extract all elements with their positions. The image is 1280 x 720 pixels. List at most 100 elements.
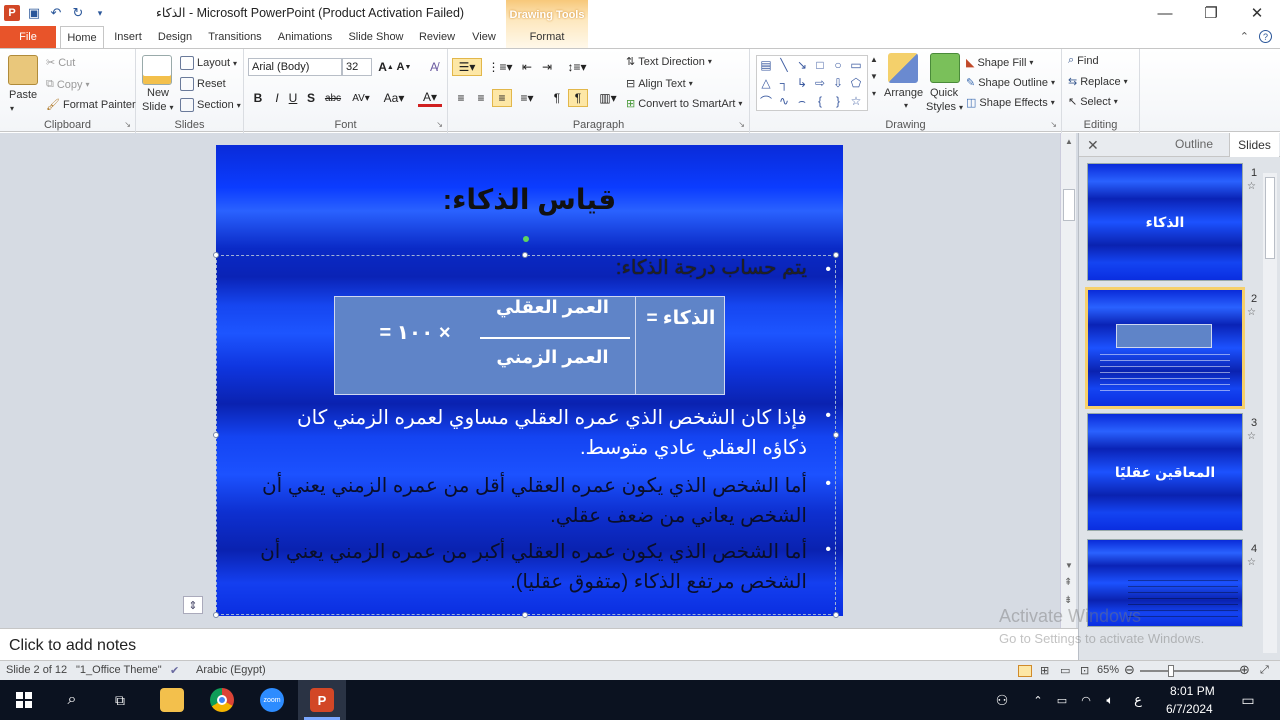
shadow-icon[interactable]: S [304,89,318,107]
bullets-icon[interactable]: ☰▾ [452,58,482,76]
formula-table[interactable]: الذكاء = العمر العقلي العمر الزمني × ١٠٠… [334,296,725,395]
slide-thumb-2[interactable] [1085,287,1245,409]
zoom-slider[interactable] [1140,670,1240,672]
arrange-dropdown-icon[interactable]: ▾ [904,101,908,110]
shape-fill-button[interactable]: ◣ Shape Fill ▾ [966,56,1033,70]
line-spacing-icon[interactable]: ↕≡▾ [564,58,590,76]
resize-handle[interactable] [833,612,839,618]
freeform-shape-icon[interactable]: ∿ [775,92,793,110]
notes-placeholder[interactable]: Click to add notes [9,637,136,655]
rectangle-shape-icon[interactable]: □ [811,56,829,74]
autofit-options-icon[interactable]: ⇕ [183,596,203,614]
search-icon[interactable]: ⌕ [60,688,84,712]
redo-icon[interactable]: ↻ [70,5,86,21]
language-indicator[interactable]: Arabic (Egypt) [196,664,266,676]
cut-button[interactable]: ✂ Cut [46,56,75,70]
rtl-direction-icon[interactable]: ¶ [568,89,588,107]
customize-qat-icon[interactable]: ▾ [92,5,108,21]
right-brace-icon[interactable]: } [829,92,847,110]
strikethrough-icon[interactable]: abc [322,89,344,107]
save-icon[interactable]: ▣ [26,5,42,21]
tab-outline[interactable]: Outline [1175,137,1213,151]
quick-styles-button-line2[interactable]: Styles ▾ [926,101,963,113]
volume-icon[interactable]: 🔈︎ [1098,688,1122,712]
paste-dropdown-icon[interactable]: ▾ [10,104,14,113]
align-right-icon[interactable]: ≡ [492,89,512,107]
ltr-direction-icon[interactable]: ¶ [548,89,566,107]
normal-view-icon[interactable] [1018,665,1032,677]
tab-file[interactable]: File [0,26,56,48]
powerpoint-logo-icon[interactable]: P [4,5,20,21]
select-button[interactable]: ↖ Select ▾ [1068,95,1118,109]
line-shape-icon[interactable]: ╲ [775,56,793,74]
tab-slides[interactable]: Slides [1229,133,1279,157]
quick-styles-icon[interactable] [930,53,960,83]
font-family-select[interactable]: Arial (Body) [248,58,342,76]
tab-transitions[interactable]: Transitions [204,26,266,48]
paste-icon[interactable] [8,55,38,85]
tab-slide-show[interactable]: Slide Show [344,26,408,48]
slide-title[interactable]: قياس الذكاء: [216,183,843,216]
shapes-gallery[interactable]: ▤ ╲ ↘ □ ○ ▭ △ ┐ ↳ ⇨ ⇩ ⬠ ⌒ ∿ ⌢{} ☆ [756,55,868,111]
tab-format[interactable]: Format [506,26,588,48]
arrow-line-shape-icon[interactable]: ↘ [793,56,811,74]
resize-handle[interactable] [522,612,528,618]
oval-shape-icon[interactable]: ○ [829,56,847,74]
dialog-launcher-icon[interactable]: ↘ [738,120,745,129]
reset-button[interactable]: Reset [180,77,226,91]
elbow-connector-icon[interactable]: ┐ [775,74,793,92]
paste-button[interactable]: Paste [9,89,37,101]
dialog-launcher-icon[interactable]: ↘ [436,120,443,129]
scroll-down-icon[interactable]: ▼ [1065,561,1073,570]
resize-handle[interactable] [213,612,219,618]
character-spacing-icon[interactable]: AV▾ [346,89,376,107]
windows-start-icon[interactable] [12,688,36,712]
pane-vertical-scrollbar[interactable] [1263,173,1277,653]
down-arrow-shape-icon[interactable]: ⇩ [829,74,847,92]
increase-indent-icon[interactable]: ⇥ [538,58,556,76]
font-color-icon[interactable]: A▾ [418,89,442,107]
powerpoint-taskbar-icon[interactable]: P [310,688,334,712]
flowchart-shape-icon[interactable]: ⬠ [847,74,865,92]
slide-thumb-3[interactable]: المعاقين عقليًا [1087,413,1243,531]
theme-name[interactable]: "1_Office Theme" [76,664,162,676]
text-direction-button[interactable]: ⇅ Text Direction ▾ [626,55,712,69]
restore-icon[interactable]: ❐ [1188,0,1234,26]
tab-view[interactable]: View [466,26,502,48]
columns-icon[interactable]: ▥▾ [596,89,620,107]
shapes-gallery-scroll[interactable]: ▲ ▼ ▾ [870,55,878,98]
shape-outline-button[interactable]: ✎ Shape Outline ▾ [966,76,1055,90]
reading-view-icon[interactable]: ▭ [1060,664,1070,677]
star-shape-icon[interactable]: ☆ [847,92,865,110]
fit-to-window-icon[interactable]: ⤢ [1260,664,1269,677]
clock-date[interactable]: 6/7/2024 [1166,702,1213,716]
scribble-shape-icon[interactable]: ⌢ [793,92,811,110]
new-slide-icon[interactable] [142,55,172,85]
shrink-font-icon[interactable]: A ▼ [396,58,412,76]
align-center-icon[interactable]: ≡ [472,89,490,107]
help-icon[interactable]: ? [1259,30,1272,43]
bold-icon[interactable]: B [250,89,266,107]
decrease-indent-icon[interactable]: ⇤ [518,58,536,76]
pane-scroll-thumb[interactable] [1265,177,1275,259]
new-slide-button-line2[interactable]: Slide ▾ [142,101,173,113]
new-slide-button-line1[interactable]: New [147,87,169,99]
arrange-icon[interactable] [888,53,918,83]
proofing-icon[interactable]: ✔ [170,664,179,677]
underline-icon[interactable]: U [286,89,300,107]
zoom-out-icon[interactable]: ⊖ [1124,662,1135,678]
format-painter-button[interactable]: 🖌 Format Painter [46,98,136,112]
slide-show-icon[interactable]: ⊡ [1080,664,1089,677]
zoom-level[interactable]: 65% [1097,664,1119,676]
dialog-launcher-icon[interactable]: ↘ [124,120,131,129]
next-slide-icon[interactable]: ⇟ [1064,595,1072,606]
zoom-slider-knob[interactable] [1168,665,1174,677]
curve-shape-icon[interactable]: ⌒ [757,92,775,110]
change-case-icon[interactable]: Aa▾ [382,89,406,107]
font-size-select[interactable]: 32 [342,58,372,76]
elbow-arrow-icon[interactable]: ↳ [793,74,811,92]
notifications-icon[interactable]: ▭ [1236,688,1260,712]
chrome-icon[interactable] [210,688,234,712]
scroll-thumb[interactable] [1063,189,1075,221]
workspace-vertical-scrollbar[interactable]: ▲ ▼ ⇞ ⇟ [1060,133,1076,628]
